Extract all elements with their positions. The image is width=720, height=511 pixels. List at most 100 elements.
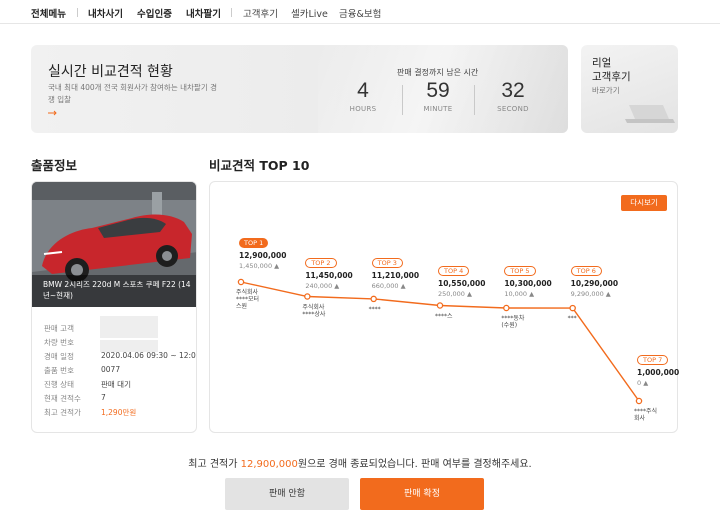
decline-sale-button[interactable]: 판매 안함: [225, 478, 349, 510]
bid-price: 11,210,000: [371, 271, 420, 280]
laptop-icon: [625, 105, 675, 123]
redacted-seller: [100, 316, 158, 338]
bid-price: 12,900,000: [239, 251, 287, 260]
rank-badge: TOP 1: [239, 238, 269, 248]
result-message-price: 12,900,000: [240, 459, 298, 470]
countdown-hours: 4: [357, 79, 369, 102]
countdown-minutes: 59: [426, 79, 450, 102]
bid-price: 1,000,000: [637, 368, 680, 377]
compare-chart-card: 다시보기 TOP 1 12,900,000 1,450,000 ▲ 주식회사 ****모…: [209, 181, 680, 433]
bidder-name: ****: [369, 306, 381, 313]
nav-sell-car[interactable]: 내차팔기: [186, 6, 221, 20]
rank-badge: TOP 3: [371, 258, 403, 268]
info-value: 0077: [101, 365, 121, 374]
countdown-minutes-unit: MINUTE: [423, 105, 453, 113]
info-key: 진행 상태: [44, 380, 74, 389]
countdown-hours-unit: HOURS: [349, 105, 377, 113]
countdown-divider: [474, 85, 475, 115]
bid-diff: 0 ▲: [637, 379, 649, 387]
bid-line-chart: [237, 278, 643, 405]
arrow-right-icon[interactable]: [48, 109, 58, 119]
rank-badge: TOP 2: [305, 258, 337, 268]
result-message-prefix: 최고 견적가: [188, 459, 241, 470]
countdown-seconds-unit: SECOND: [497, 105, 529, 113]
bid-point[interactable]: [503, 304, 510, 312]
bid-diff: 1,450,000 ▲: [239, 262, 280, 270]
bidder-name: ****주식 회사: [634, 408, 657, 422]
car-name: BMW 2시리즈 220d M 스포츠 쿠페 F22 (14년~현재): [43, 280, 191, 300]
bid-diff: 10,000 ▲: [504, 290, 535, 298]
bid-diff: 250,000 ▲: [438, 290, 472, 298]
bidder-name: ***: [568, 315, 577, 322]
bid-price: 10,550,000: [438, 279, 486, 288]
real-review-card[interactable]: 리얼 고객후기 바로가기: [581, 45, 678, 133]
result-message: 최고 견적가 12,900,000원으로 경매 종료되었습니다. 판매 여부를 …: [0, 455, 720, 470]
bid-point[interactable]: [436, 302, 444, 309]
info-key: 출품 번호: [44, 366, 74, 375]
nav-all-menu[interactable]: 전체메뉴: [31, 6, 66, 20]
bid-price: 10,300,000: [504, 279, 552, 288]
nav-finance-insurance[interactable]: 금융&보험: [339, 6, 381, 20]
bid-diff: 660,000 ▲: [371, 282, 406, 290]
bidder-name: ****동차 (수원): [501, 315, 524, 329]
nav-divider: [77, 8, 78, 17]
countdown-divider: [402, 85, 403, 115]
review-title-line2: 고객후기: [592, 71, 631, 83]
banner-subtitle: 국내 최대 400개 전국 회원사가 참여하는 내차팔기 경쟁 입찰: [48, 83, 218, 104]
bid-point[interactable]: [237, 278, 245, 286]
bidder-name-line: 주식회사: [302, 303, 325, 311]
bid-series-line: [240, 281, 640, 402]
info-key: 차량 번호: [44, 338, 74, 347]
compare-section-title: 비교견적 TOP 10: [209, 158, 310, 173]
listing-section-title: 출품정보: [31, 158, 78, 173]
review-title: 리얼 고객후기: [592, 56, 631, 84]
bid-point[interactable]: [370, 295, 377, 303]
bidder-name-line: (수원): [501, 322, 518, 329]
info-key: 현재 견적수: [44, 394, 81, 403]
bidder-name-line: ****동차: [501, 315, 525, 322]
review-title-line1: 리얼: [592, 57, 612, 69]
info-key: 최고 견적가: [44, 408, 81, 417]
bidder-name-line: 스원: [236, 303, 248, 310]
rank-badge: TOP 7: [637, 355, 669, 365]
info-value: 2020.04.06 09:30 ~ 12:00: [101, 351, 197, 360]
bidder-name-line: ****모터: [236, 296, 260, 303]
banner-title: 실시간 비교견적 현황: [48, 64, 173, 80]
bidder-name-line: 주식회사: [236, 289, 259, 296]
bidder-name: ****스: [435, 313, 453, 320]
top-nav: 전체메뉴 내차사기 수입인증 내차팔기 고객후기 셀카Live 금융&보험: [0, 0, 720, 24]
bidder-name-line: ****주식: [634, 408, 658, 415]
car-info-card: BMW 2시리즈 220d M 스포츠 쿠페 F22 (14년~현재) 판매 고…: [31, 181, 197, 433]
countdown-label: 판매 결정까지 남은 시간: [397, 68, 479, 77]
result-message-suffix: 원으로 경매 종료되었습니다. 판매 여부를 결정해주세요.: [297, 459, 532, 470]
bidder-name-line: 회사: [634, 415, 646, 422]
bid-point[interactable]: [569, 304, 576, 312]
bid-price: 11,450,000: [305, 271, 353, 280]
info-key: 판매 고객: [44, 324, 74, 333]
bid-price: 10,290,000: [570, 279, 619, 288]
info-value-top-quote: 1,290만원: [101, 408, 137, 417]
bid-diff: 240,000 ▲: [305, 282, 340, 290]
nav-buy-car[interactable]: 내차사기: [88, 6, 123, 20]
bid-diff: 9,290,000 ▲: [570, 290, 611, 298]
nav-selca-live[interactable]: 셀카Live: [291, 6, 328, 20]
confirm-sale-button[interactable]: 판매 확정: [360, 478, 484, 510]
countdown-seconds: 32: [501, 79, 525, 102]
rank-badge: TOP 5: [504, 266, 536, 276]
bid-point[interactable]: [635, 397, 643, 405]
bidder-name-line: ****상사: [302, 310, 326, 318]
bidder-name-line: ***: [567, 315, 577, 323]
info-value: 7: [101, 393, 106, 402]
nav-divider: [231, 8, 232, 17]
nav-reviews[interactable]: 고객후기: [243, 6, 278, 20]
info-value: 판매 대기: [101, 380, 131, 389]
realtime-quote-banner: 실시간 비교견적 현황 국내 최대 400개 전국 회원사가 참여하는 내차팔기…: [31, 45, 568, 133]
bidder-name: 주식회사 ****모터 스원: [236, 289, 259, 310]
bidder-name: 주식회사 ****상사: [302, 304, 325, 318]
review-link[interactable]: 바로가기: [592, 85, 620, 96]
bidder-name-line: ****스: [435, 312, 453, 320]
nav-import-cert[interactable]: 수입인증: [137, 6, 172, 20]
rank-badge: TOP 6: [570, 266, 602, 276]
bidder-name-line: ****: [368, 305, 381, 313]
bid-point[interactable]: [304, 293, 311, 300]
